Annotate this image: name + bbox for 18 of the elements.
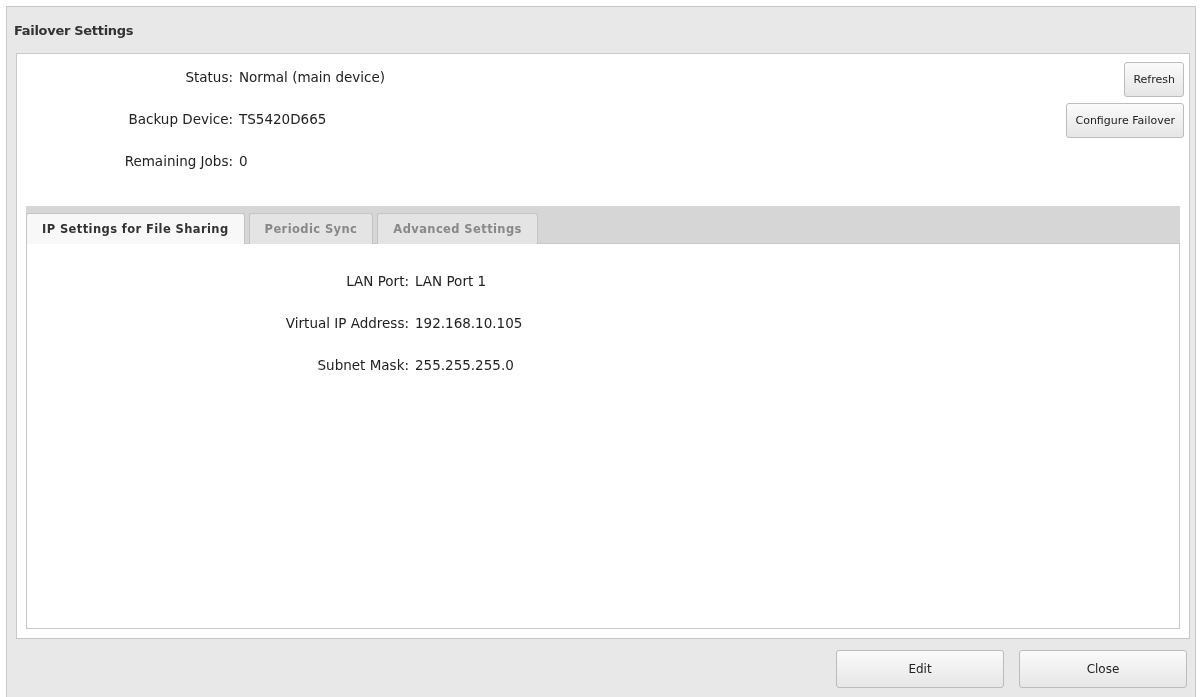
field-label: LAN Port: xyxy=(345,272,409,291)
footer-button[interactable]: Edit xyxy=(836,650,1004,688)
tab[interactable]: IP Settings for File Sharing xyxy=(26,213,245,244)
info-value: TS5420D665 xyxy=(239,110,328,129)
info-value: Normal (main device) xyxy=(239,68,386,87)
info-value: 0 xyxy=(239,152,249,171)
info-label: Remaining Jobs: xyxy=(123,152,233,171)
field-label: Virtual IP Address: xyxy=(284,314,409,333)
window-title: Failover Settings xyxy=(13,21,135,40)
action-button[interactable]: Configure Failover xyxy=(1066,103,1184,138)
field-value: 192.168.10.105 xyxy=(415,314,524,333)
info-label: Backup Device: xyxy=(127,110,233,129)
field-value: 255.255.255.0 xyxy=(415,356,515,375)
field-label: Subnet Mask: xyxy=(316,356,409,375)
action-button[interactable]: Refresh xyxy=(1124,62,1184,97)
info-label: Status: xyxy=(184,68,233,87)
footer-button[interactable]: Close xyxy=(1019,650,1187,688)
field-value: LAN Port 1 xyxy=(415,272,488,291)
